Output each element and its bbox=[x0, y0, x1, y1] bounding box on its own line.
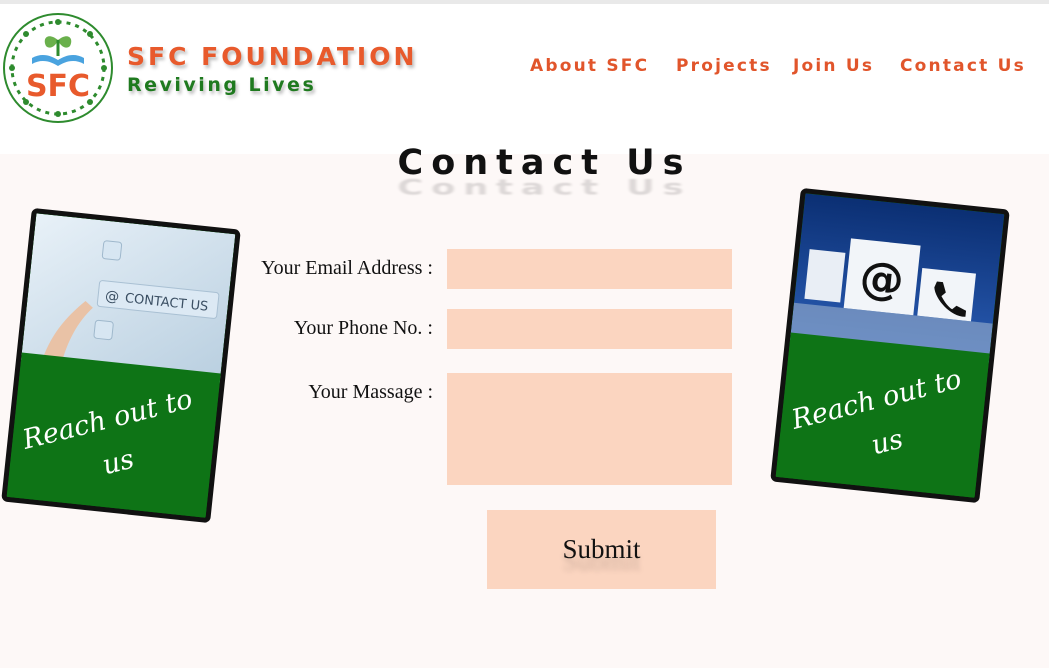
phone-label: Your Phone No. : bbox=[293, 317, 433, 339]
svg-text:@: @ bbox=[857, 252, 906, 307]
contact-card-left: @ CONTACT US Reach out to us bbox=[1, 207, 241, 524]
svg-text:SFC: SFC bbox=[26, 69, 90, 104]
phone-field[interactable] bbox=[447, 309, 732, 349]
message-label: Your Massage : bbox=[308, 381, 433, 403]
brand-tagline: Reviving Lives bbox=[127, 74, 317, 96]
submit-label: Submit bbox=[562, 534, 641, 564]
submit-button[interactable]: Submit bbox=[487, 510, 716, 589]
page: SFC SFC FOUNDATION Reviving Lives About … bbox=[0, 0, 1049, 668]
email-label: Your Email Address : bbox=[261, 257, 433, 279]
nav-contact-us[interactable]: Contact Us bbox=[900, 56, 1026, 76]
svg-text:@: @ bbox=[104, 288, 120, 305]
nav-join-us[interactable]: Join Us bbox=[793, 56, 874, 76]
nav-projects[interactable]: Projects bbox=[676, 56, 772, 76]
nav-about-sfc[interactable]: About SFC bbox=[530, 56, 649, 76]
header: SFC SFC FOUNDATION Reviving Lives About … bbox=[0, 4, 1049, 154]
brand-title: SFC FOUNDATION bbox=[127, 42, 418, 71]
email-field[interactable] bbox=[447, 249, 732, 289]
page-title: Contact Us bbox=[397, 143, 692, 183]
sfc-logo[interactable]: SFC bbox=[2, 12, 114, 124]
contact-card-right: @ Reach out to us bbox=[770, 187, 1010, 504]
message-field[interactable] bbox=[447, 373, 732, 485]
